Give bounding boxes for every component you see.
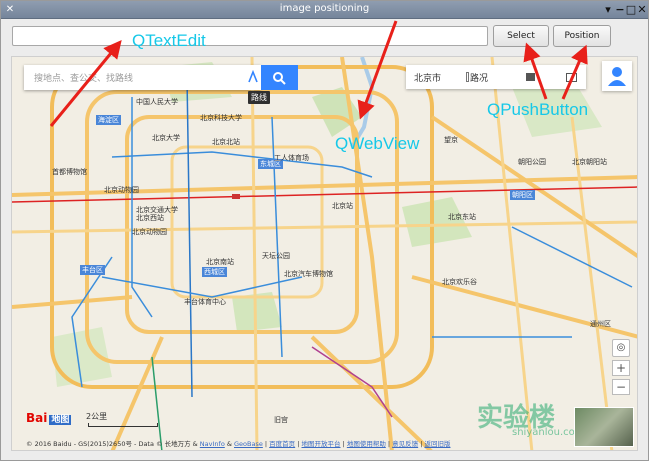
arrow-to-select (523, 42, 548, 100)
app-window: ✕ image positioning ▾ − □ ✕ Select Posit… (0, 0, 649, 461)
arrow-to-position (561, 44, 588, 100)
annotation-arrows (49, 20, 588, 127)
arrow-to-textedit (49, 40, 122, 127)
arrow-to-webview (357, 20, 398, 120)
